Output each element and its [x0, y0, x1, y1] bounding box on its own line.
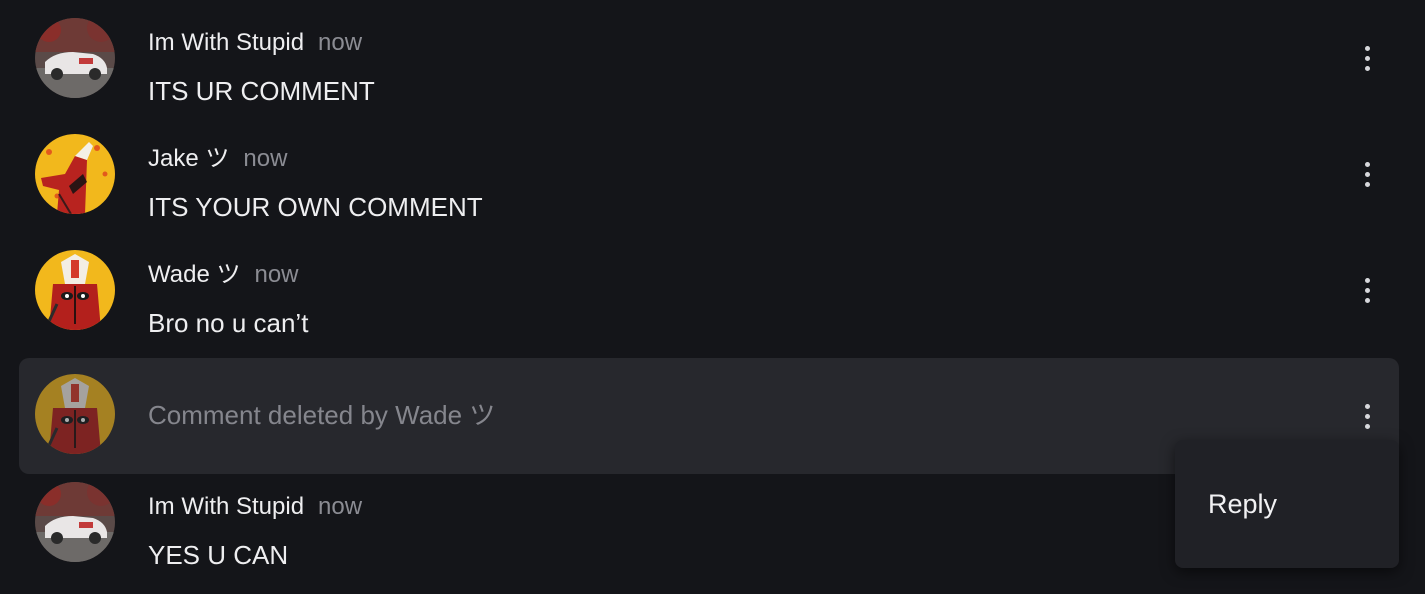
spiderman-avatar-icon: [35, 134, 115, 214]
comment-item: Jake ツ now ITS YOUR OWN COMMENT: [19, 116, 1399, 232]
avatar[interactable]: [35, 18, 115, 98]
comment-meta: Wade ツ now: [148, 260, 299, 290]
comment-author[interactable]: Wade ツ: [148, 261, 240, 288]
comment-context-menu: Reply: [1175, 440, 1399, 568]
comment-text: ITS YOUR OWN COMMENT: [148, 192, 483, 222]
comment-timestamp: now: [318, 29, 363, 56]
car-avatar-icon: [35, 482, 115, 562]
avatar[interactable]: [35, 134, 115, 214]
more-options-icon[interactable]: [1355, 272, 1379, 308]
comment-item: Im With Stupid now ITS UR COMMENT: [19, 0, 1399, 116]
comment-timestamp: now: [243, 145, 288, 172]
more-options-icon[interactable]: [1355, 398, 1379, 434]
deleted-comment-text: Comment deleted by Wade ツ: [148, 400, 496, 430]
comment-author[interactable]: Im With Stupid: [148, 493, 304, 520]
comment-meta: Im With Stupid now: [148, 492, 362, 522]
comment-meta: Im With Stupid now: [148, 28, 362, 58]
reply-menu-item[interactable]: Reply: [1208, 488, 1277, 520]
comment-timestamp: now: [318, 493, 363, 520]
avatar[interactable]: [35, 374, 115, 454]
deadpool-avatar-icon: [35, 250, 115, 330]
more-options-icon[interactable]: [1355, 156, 1379, 192]
comment-author[interactable]: Im With Stupid: [148, 29, 304, 56]
comment-item: Wade ツ now Bro no u can’t: [19, 232, 1399, 348]
avatar[interactable]: [35, 482, 115, 562]
avatar[interactable]: [35, 250, 115, 330]
comment-text: ITS UR COMMENT: [148, 76, 375, 106]
car-avatar-icon: [35, 18, 115, 98]
comment-text: Bro no u can’t: [148, 308, 309, 338]
comment-author[interactable]: Jake ツ: [148, 145, 229, 172]
more-options-icon[interactable]: [1355, 40, 1379, 76]
comment-meta: Jake ツ now: [148, 144, 287, 174]
comment-timestamp: now: [254, 261, 299, 288]
deadpool-avatar-icon: [35, 374, 115, 454]
comment-text: YES U CAN: [148, 540, 289, 570]
